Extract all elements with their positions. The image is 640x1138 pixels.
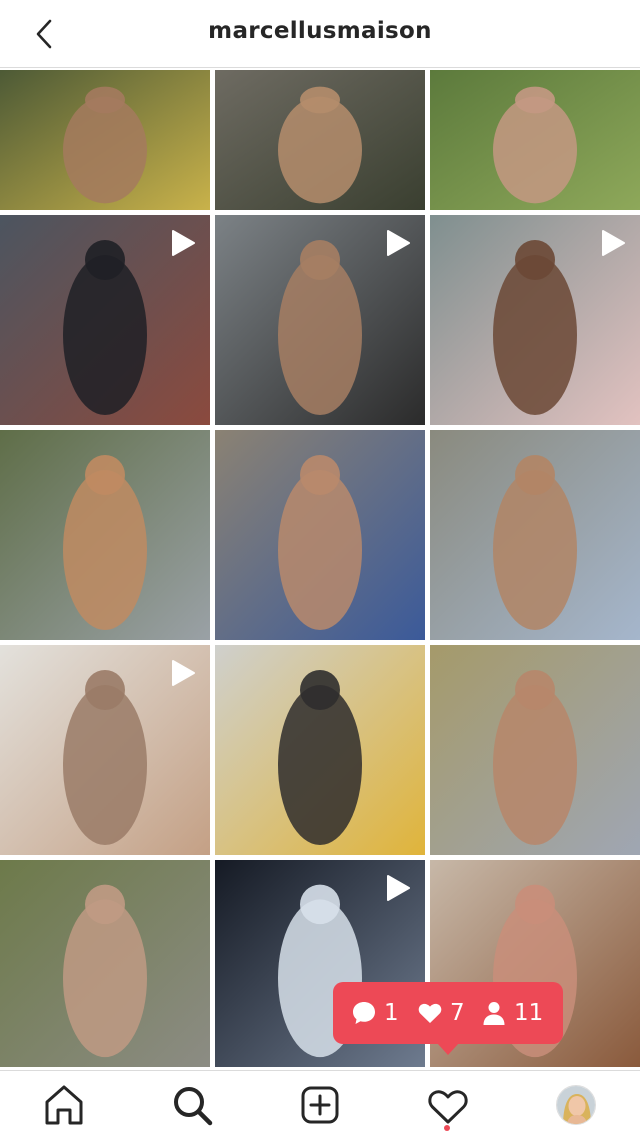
avatar-image	[557, 1086, 595, 1124]
post-image	[215, 645, 425, 855]
post-thumbnail[interactable]	[0, 430, 210, 640]
post-thumbnail[interactable]	[430, 430, 640, 640]
profile-username-title: marcellusmaison	[208, 18, 432, 44]
top-header: marcellusmaison	[0, 0, 640, 68]
new-post-button[interactable]	[296, 1081, 344, 1129]
post-image	[430, 430, 640, 640]
post-thumbnail[interactable]	[0, 70, 210, 210]
post-image	[0, 70, 210, 210]
activity-notification-dot	[444, 1125, 450, 1131]
followers-stat: 11	[481, 982, 543, 1044]
play-icon	[600, 229, 626, 257]
post-thumbnail[interactable]	[430, 70, 640, 210]
likes-count: 7	[450, 1000, 465, 1026]
play-icon	[170, 229, 196, 257]
followers-count: 11	[514, 1000, 544, 1026]
post-thumbnail[interactable]	[0, 645, 210, 855]
profile-avatar[interactable]	[556, 1085, 596, 1125]
post-thumbnail[interactable]	[0, 860, 210, 1067]
post-thumbnail[interactable]	[430, 215, 640, 425]
post-image	[0, 430, 210, 640]
play-icon	[170, 659, 196, 687]
post-thumbnail[interactable]	[430, 645, 640, 855]
comment-icon	[353, 1002, 375, 1024]
likes-stat: 7	[417, 982, 465, 1044]
activity-bubble-tail	[437, 1043, 459, 1055]
post-thumbnail[interactable]	[215, 70, 425, 210]
search-button[interactable]	[168, 1081, 216, 1129]
post-thumbnail[interactable]	[215, 645, 425, 855]
post-grid	[0, 70, 640, 1067]
activity-button[interactable]	[424, 1081, 472, 1129]
post-thumbnail[interactable]	[215, 215, 425, 425]
activity-notification-bubble[interactable]: 1 7 11	[333, 982, 563, 1044]
post-thumbnail[interactable]	[0, 215, 210, 425]
activity-heart-icon	[428, 1090, 468, 1124]
comments-count: 1	[384, 1000, 399, 1026]
search-icon	[174, 1087, 213, 1126]
post-image	[0, 860, 210, 1067]
post-image	[215, 70, 425, 210]
home-icon	[45, 1085, 83, 1125]
post-image	[215, 430, 425, 640]
home-button[interactable]	[40, 1081, 88, 1129]
person-icon	[483, 1002, 505, 1025]
add-post-icon	[301, 1086, 339, 1124]
heart-icon	[418, 1003, 442, 1023]
post-image	[430, 70, 640, 210]
post-image	[430, 645, 640, 855]
play-icon	[385, 229, 411, 257]
bottom-navigation	[0, 1070, 640, 1138]
post-thumbnail[interactable]	[215, 430, 425, 640]
comments-stat: 1	[351, 982, 399, 1044]
play-icon	[385, 874, 411, 902]
